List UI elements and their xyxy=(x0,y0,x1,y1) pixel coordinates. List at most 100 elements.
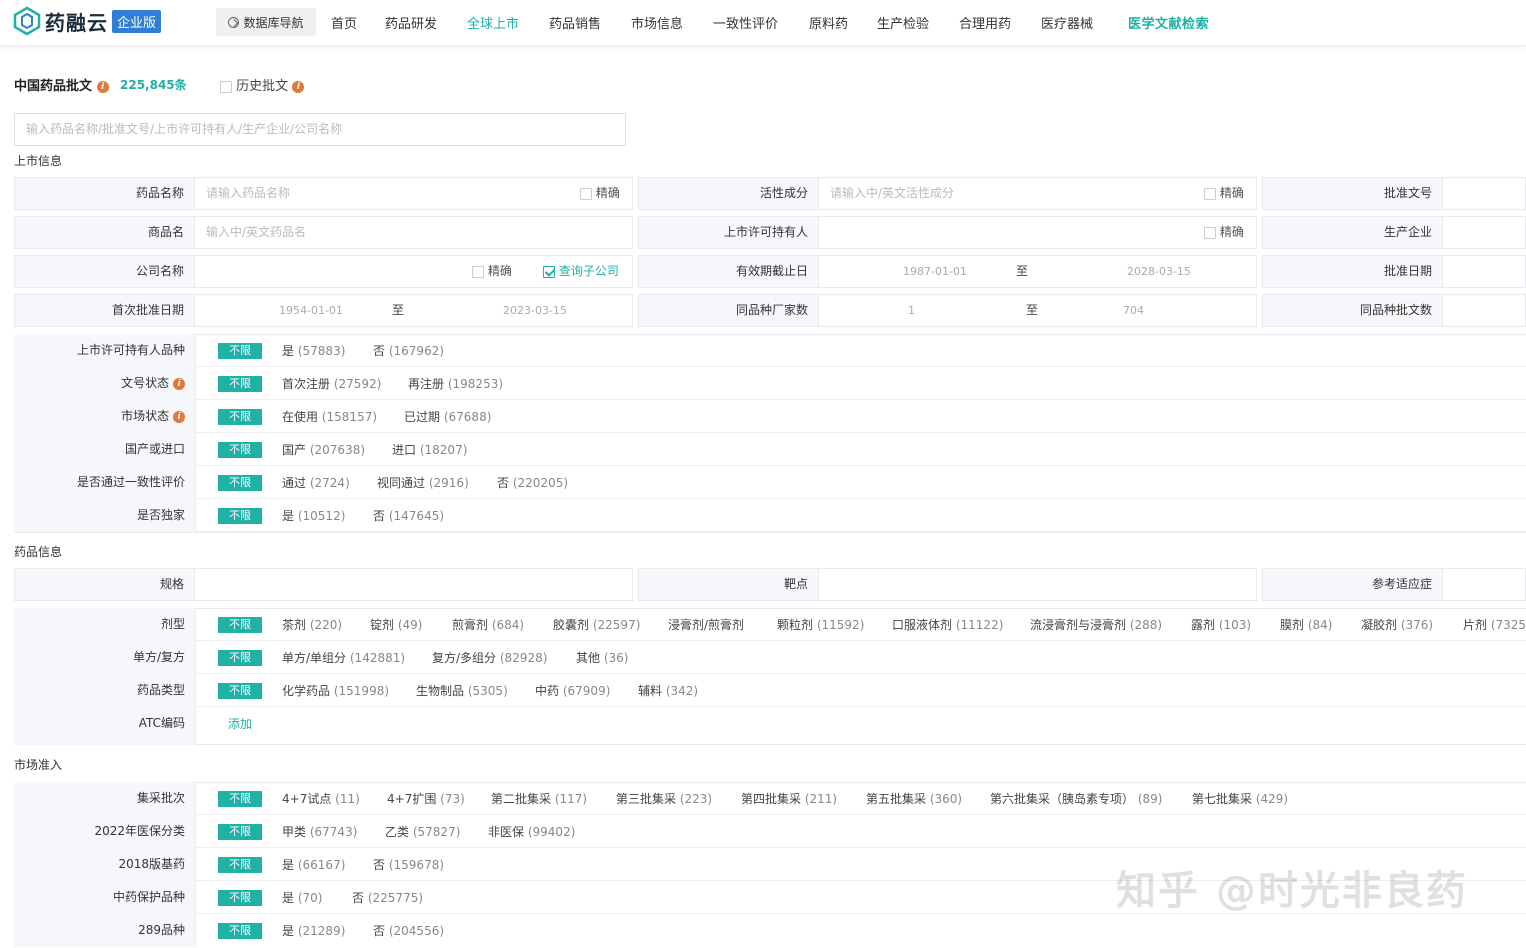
unlimited-tag[interactable]: 不限 xyxy=(218,475,262,491)
active-ingredient-input[interactable]: 请输入中/英文活性成分 精确 xyxy=(819,177,1257,210)
nav-drug-rd[interactable]: 药品研发 xyxy=(385,13,437,32)
filter-option[interactable]: 在使用 (158157) xyxy=(282,408,377,425)
filter-option[interactable]: 首次注册 (27592) xyxy=(282,375,381,392)
nav-global-listing[interactable]: 全球上市 xyxy=(467,13,519,32)
unlimited-tag[interactable]: 不限 xyxy=(218,442,262,458)
approval-date-input[interactable] xyxy=(1443,255,1526,288)
info-icon[interactable]: i xyxy=(173,377,185,390)
filter-option[interactable]: 煎膏剂 (684) xyxy=(452,616,524,633)
filter-option[interactable]: 通过 (2724) xyxy=(282,474,350,491)
trade-name-input[interactable]: 输入中/英文药品名 xyxy=(195,216,633,249)
unlimited-tag[interactable]: 不限 xyxy=(218,890,262,906)
filter-option[interactable]: 辅料 (342) xyxy=(638,682,698,699)
history-filter[interactable]: 历史批文 i xyxy=(220,75,305,94)
filter-option[interactable]: 第六批集采（胰岛素专项） (89) xyxy=(990,790,1162,807)
filter-option[interactable]: 流浸膏剂与浸膏剂 (288) xyxy=(1030,616,1162,633)
first-approval-from[interactable]: 1954-01-01 xyxy=(279,295,343,326)
filter-option[interactable]: 第五批集采 (360) xyxy=(866,790,962,807)
manufacturer-input[interactable] xyxy=(1443,216,1526,249)
filter-option[interactable]: 颗粒剂 (11592) xyxy=(777,616,864,633)
company-input[interactable]: 精确 查询子公司 xyxy=(195,255,633,288)
filter-option[interactable]: 4+7扩围 (73) xyxy=(387,790,465,807)
filter-option[interactable]: 第二批集采 (117) xyxy=(491,790,587,807)
unlimited-tag[interactable]: 不限 xyxy=(218,343,262,359)
filter-option[interactable]: 是 (21289) xyxy=(282,922,345,939)
nav-home[interactable]: 首页 xyxy=(331,13,357,32)
filter-option[interactable]: 膜剂 (84) xyxy=(1280,616,1332,633)
holder-exact[interactable]: 精确 xyxy=(1204,217,1244,248)
holder-input[interactable]: 精确 xyxy=(819,216,1257,249)
expiry-from[interactable]: 1987-01-01 xyxy=(903,256,967,287)
filter-option[interactable]: 口服液体剂 (11122) xyxy=(892,616,1003,633)
unlimited-tag[interactable]: 不限 xyxy=(218,791,262,807)
unlimited-tag[interactable]: 不限 xyxy=(218,857,262,873)
info-icon[interactable]: i xyxy=(173,410,185,423)
unlimited-tag[interactable]: 不限 xyxy=(218,683,262,699)
unlimited-tag[interactable]: 不限 xyxy=(218,650,262,666)
filter-option[interactable]: 第四批集采 (211) xyxy=(741,790,837,807)
filter-option[interactable]: 凝胶剂 (376) xyxy=(1361,616,1433,633)
same-mfr-to[interactable]: 704 xyxy=(1123,295,1144,326)
nav-production[interactable]: 生产检验 xyxy=(877,13,929,32)
filter-option[interactable]: 否 (225775) xyxy=(352,889,423,906)
first-approval-to[interactable]: 2023-03-15 xyxy=(503,295,567,326)
filter-option[interactable]: 否 (220205) xyxy=(497,474,568,491)
filter-option[interactable]: 第三批集采 (223) xyxy=(616,790,712,807)
exact-checkbox[interactable] xyxy=(1204,187,1216,200)
brand-logo[interactable]: 药融云 企业版 xyxy=(13,6,162,36)
filter-option[interactable]: 否 (204556) xyxy=(373,922,444,939)
filter-option[interactable]: 是 (70) xyxy=(282,889,322,906)
filter-option[interactable]: 否 (159678) xyxy=(373,856,444,873)
filter-option[interactable]: 否 (167962) xyxy=(373,342,444,359)
filter-option[interactable]: 其他 (36) xyxy=(576,649,628,666)
filter-option[interactable]: 锭剂 (49) xyxy=(370,616,422,633)
company-exact[interactable]: 精确 xyxy=(472,256,512,287)
filter-option[interactable]: 胶囊剂 (22597) xyxy=(553,616,640,633)
filter-option[interactable]: 4+7试点 (11) xyxy=(282,790,360,807)
global-search-input[interactable]: 输入药品名称/批准文号/上市许可持有人/生产企业/公司名称 xyxy=(14,113,626,146)
same-mfr-from[interactable]: 1 xyxy=(908,295,915,326)
unlimited-tag[interactable]: 不限 xyxy=(218,409,262,425)
filter-option[interactable]: 单方/单组分 (142881) xyxy=(282,649,405,666)
filter-option[interactable]: 中药 (67909) xyxy=(535,682,610,699)
spec-input[interactable] xyxy=(195,568,633,601)
filter-option[interactable]: 已过期 (67688) xyxy=(404,408,491,425)
info-icon[interactable]: i xyxy=(292,80,305,93)
filter-option[interactable]: 是 (66167) xyxy=(282,856,345,873)
atc-add-link[interactable]: 添加 xyxy=(228,715,252,732)
filter-option[interactable]: 乙类 (57827) xyxy=(385,823,460,840)
same-mfr-range[interactable]: 1 至 704 xyxy=(819,294,1257,327)
unlimited-tag[interactable]: 不限 xyxy=(218,923,262,939)
filter-option[interactable]: 非医保 (99402) xyxy=(488,823,575,840)
unlimited-tag[interactable]: 不限 xyxy=(218,508,262,524)
database-nav-button[interactable]: 数据库导航 xyxy=(216,8,316,36)
first-approval-range[interactable]: 1954-01-01 至 2023-03-15 xyxy=(195,294,633,327)
target-input[interactable] xyxy=(819,568,1257,601)
filter-option[interactable]: 进口 (18207) xyxy=(392,441,467,458)
filter-option[interactable]: 国产 (207638) xyxy=(282,441,365,458)
subsidiary-checkbox[interactable] xyxy=(543,265,555,278)
unlimited-tag[interactable]: 不限 xyxy=(218,617,262,633)
active-exact[interactable]: 精确 xyxy=(1204,178,1244,209)
approval-no-input[interactable] xyxy=(1443,177,1526,210)
filter-option[interactable]: 化学药品 (151998) xyxy=(282,682,389,699)
filter-option[interactable]: 视同通过 (2916) xyxy=(377,474,469,491)
subsidiary-toggle[interactable]: 查询子公司 xyxy=(543,256,619,287)
nav-rational-use[interactable]: 合理用药 xyxy=(959,13,1011,32)
exact-checkbox[interactable] xyxy=(580,187,592,200)
nav-api[interactable]: 原料药 xyxy=(809,13,848,32)
filter-option[interactable]: 茶剂 (220) xyxy=(282,616,342,633)
nav-drug-sales[interactable]: 药品销售 xyxy=(549,13,601,32)
history-checkbox[interactable] xyxy=(220,80,232,93)
nav-literature[interactable]: 医学文献检索 xyxy=(1128,13,1209,32)
filter-option[interactable]: 片剂 (73252 xyxy=(1463,616,1526,633)
filter-option[interactable]: 浸膏剂/煎膏剂 xyxy=(668,616,744,633)
drug-name-exact[interactable]: 精确 xyxy=(580,178,620,209)
filter-option[interactable]: 露剂 (103) xyxy=(1191,616,1251,633)
filter-option[interactable]: 是 (10512) xyxy=(282,507,345,524)
nav-devices[interactable]: 医疗器械 xyxy=(1041,13,1093,32)
filter-option[interactable]: 否 (147645) xyxy=(373,507,444,524)
exact-checkbox[interactable] xyxy=(472,265,484,278)
filter-option[interactable]: 生物制品 (5305) xyxy=(416,682,508,699)
filter-option[interactable]: 是 (57883) xyxy=(282,342,345,359)
